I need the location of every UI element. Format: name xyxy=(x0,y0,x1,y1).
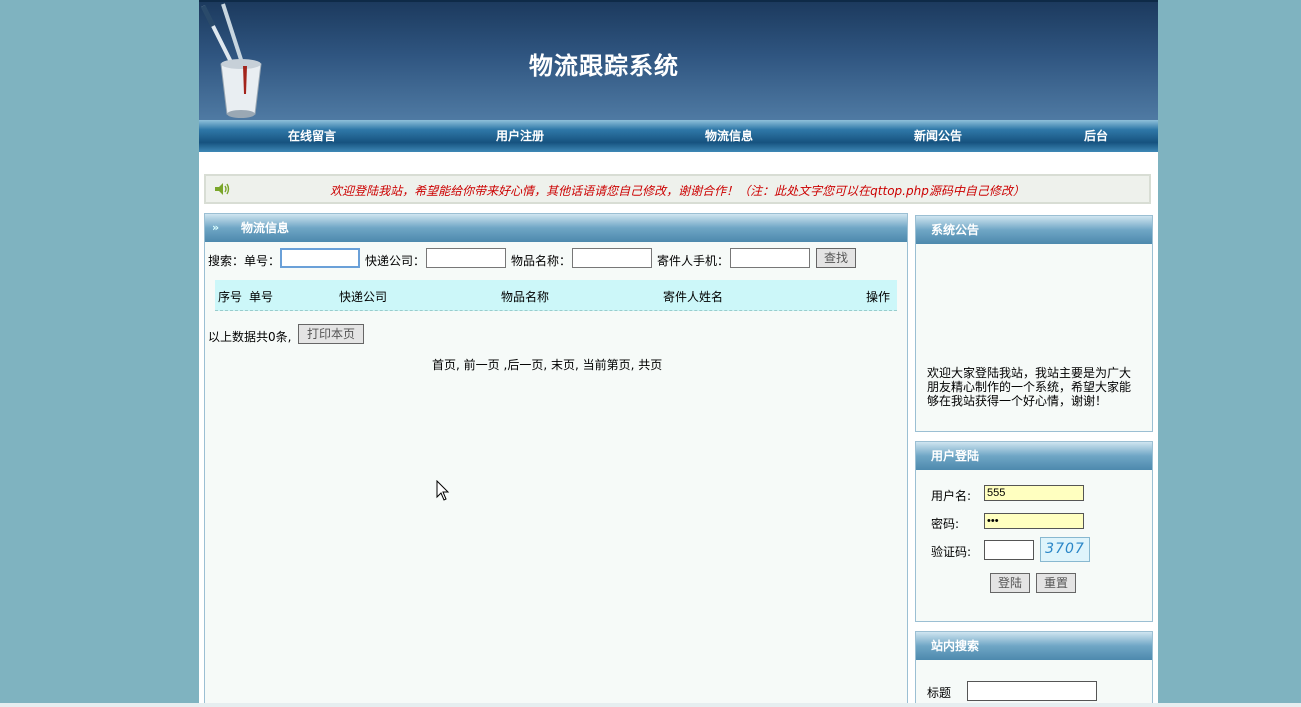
main-nav: 在线留言 用户注册 物流信息 新闻公告 后台 xyxy=(199,120,1158,152)
mouse-cursor-icon xyxy=(436,480,450,501)
username-input[interactable] xyxy=(984,485,1084,501)
pagination: 首页, 前一页 ,后一页, 末页, 当前第页, 共页 xyxy=(432,356,662,373)
courier-label: 快递公司： xyxy=(365,254,426,268)
search-button[interactable]: 查找 xyxy=(816,248,856,268)
search-form: 搜索： 单号： 快递公司： 物品名称： 寄件人手机： 查找 xyxy=(208,247,908,271)
panel-title: 物流信息 xyxy=(241,221,290,235)
announcement-text: 欢迎大家登陆我站，我站主要是为广大朋友精心制作的一个系统，希望大家能够在我站获得… xyxy=(927,366,1132,408)
item-name-input[interactable] xyxy=(572,248,652,268)
col-order-no: 单号 xyxy=(249,290,274,304)
panel-header: » 物流信息 xyxy=(205,214,907,242)
captcha-input[interactable] xyxy=(984,540,1034,560)
password-input[interactable] xyxy=(984,513,1084,529)
announcement-box: 系统公告 欢迎大家登陆我站，我站主要是为广大朋友精心制作的一个系统，希望大家能够… xyxy=(915,215,1153,432)
table-header: 序号 单号 快递公司 物品名称 寄件人姓名 操作 xyxy=(215,280,897,311)
nav-item-register[interactable]: 用户注册 xyxy=(470,120,570,152)
pager-first[interactable]: 首页, xyxy=(432,358,460,372)
login-box: 用户登陆 用户名: 密码: 验证码: 3707 登陆 重置 xyxy=(915,441,1153,622)
pager-last[interactable]: 末页, xyxy=(551,358,579,372)
pager-prev[interactable]: 前一页 xyxy=(464,358,500,372)
logistics-panel: » 物流信息 搜索： 单号： 快递公司： 物品名称： 寄件人手机： 查找 序号 … xyxy=(204,213,908,707)
site-search-label: 标题 xyxy=(927,686,952,700)
nav-item-admin[interactable]: 后台 xyxy=(1071,120,1121,152)
site-title: 物流跟踪系统 xyxy=(529,51,679,80)
nav-item-logistics[interactable]: 物流信息 xyxy=(679,120,779,152)
announcement-header: 系统公告 xyxy=(916,216,1152,244)
col-courier: 快递公司 xyxy=(339,290,388,304)
col-index: 序号 xyxy=(218,290,243,304)
nav-item-news[interactable]: 新闻公告 xyxy=(888,120,988,152)
order-no-label: 单号： xyxy=(244,254,281,268)
col-actions: 操作 xyxy=(866,290,891,304)
pager-next[interactable]: ,后一页, xyxy=(504,358,548,372)
double-chevron-icon: » xyxy=(212,221,220,234)
reset-button[interactable]: 重置 xyxy=(1036,573,1076,593)
col-item-name: 物品名称 xyxy=(501,290,550,304)
search-prefix-label: 搜索： xyxy=(208,254,245,268)
order-no-input[interactable] xyxy=(280,248,360,268)
notice-bar: 欢迎登陆我站，希望能给你带来好心情，其他话语请您自己修改，谢谢合作！（注：此处文… xyxy=(204,174,1151,204)
pager-total: 共页 xyxy=(638,358,663,372)
notice-text: 欢迎登陆我站，希望能给你带来好心情，其他话语请您自己修改，谢谢合作！（注：此处文… xyxy=(330,184,1025,198)
item-name-label: 物品名称： xyxy=(511,254,572,268)
login-header: 用户登陆 xyxy=(916,442,1152,470)
sender-phone-label: 寄件人手机： xyxy=(657,254,730,268)
username-label: 用户名: xyxy=(931,489,972,503)
page-container: 物流跟踪系统 在线留言 用户注册 物流信息 新闻公告 后台 欢迎登陆我站，希望能… xyxy=(199,0,1158,707)
captcha-label: 验证码: xyxy=(931,545,972,559)
site-search-input[interactable] xyxy=(967,681,1097,701)
paint-bucket-logo-icon xyxy=(200,3,262,118)
col-sender-name: 寄件人姓名 xyxy=(663,290,724,304)
login-button[interactable]: 登陆 xyxy=(990,573,1030,593)
header-banner: 物流跟踪系统 xyxy=(199,0,1158,120)
print-button[interactable]: 打印本页 xyxy=(298,324,364,344)
password-label: 密码: xyxy=(931,517,960,531)
courier-input[interactable] xyxy=(426,248,506,268)
bottom-edge xyxy=(0,703,1301,707)
site-search-header: 站内搜索 xyxy=(916,632,1152,660)
captcha-image[interactable]: 3707 xyxy=(1040,537,1090,562)
pager-current: 当前第页, xyxy=(582,358,635,372)
site-search-box: 站内搜索 标题 xyxy=(915,631,1153,707)
sender-phone-input[interactable] xyxy=(730,248,810,268)
nav-item-message[interactable]: 在线留言 xyxy=(262,120,362,152)
record-count: 以上数据共0条, xyxy=(208,330,292,344)
